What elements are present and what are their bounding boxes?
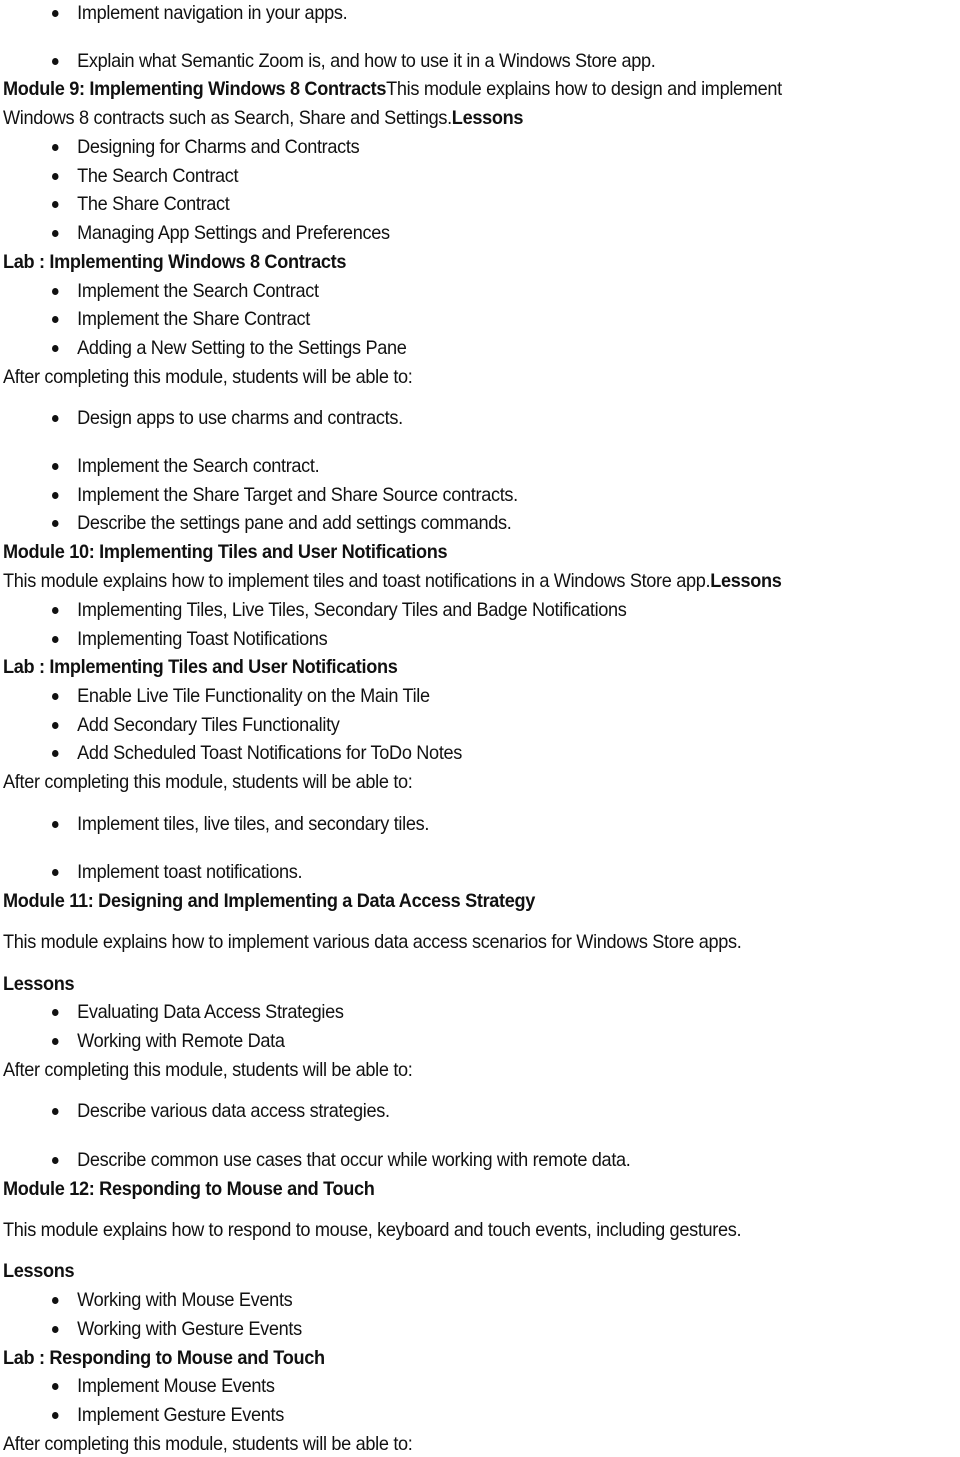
bullet-icon bbox=[52, 316, 59, 323]
bullet-icon bbox=[52, 230, 59, 237]
bullet-icon bbox=[52, 10, 59, 17]
outcomes-intro: After completing this module, students w… bbox=[3, 366, 413, 388]
outcomes-intro: After completing this module, students w… bbox=[3, 1059, 413, 1081]
lab-heading: Lab : Responding to Mouse and Touch bbox=[3, 1347, 325, 1369]
lab-item-text: Implement Mouse Events bbox=[77, 1375, 275, 1397]
outcome-text: Describe common use cases that occur whi… bbox=[77, 1149, 631, 1171]
lessons-label: Lessons bbox=[710, 570, 782, 592]
bullet-icon bbox=[52, 869, 59, 876]
outcome-text: Describe various data access strategies. bbox=[77, 1100, 390, 1122]
bullet-icon bbox=[52, 722, 59, 729]
bullet-icon bbox=[52, 607, 59, 614]
bullet-icon bbox=[52, 201, 59, 208]
bullet-icon bbox=[52, 345, 59, 352]
lessons-label: Lessons bbox=[3, 1260, 75, 1282]
bullet-icon bbox=[52, 463, 59, 470]
lessons-label: Lessons bbox=[3, 973, 75, 995]
lesson-text: Designing for Charms and Contracts bbox=[77, 136, 360, 158]
lesson-text: The Search Contract bbox=[77, 165, 239, 187]
module-9-intro-line: Windows 8 contracts such as Search, Shar… bbox=[3, 105, 523, 131]
lab-item-text: Implement Gesture Events bbox=[77, 1404, 284, 1426]
bullet-icon bbox=[52, 1412, 59, 1419]
lesson-text: The Share Contract bbox=[77, 193, 230, 215]
lesson-text: Evaluating Data Access Strategies bbox=[77, 1001, 344, 1023]
module-10-heading: Module 10: Implementing Tiles and User N… bbox=[3, 541, 448, 563]
lesson-text: Working with Gesture Events bbox=[77, 1318, 302, 1340]
bullet-icon bbox=[52, 1108, 59, 1115]
lab-item-text: Implement the Search Contract bbox=[77, 280, 319, 302]
bullet-icon bbox=[52, 1009, 59, 1016]
bullet-icon bbox=[52, 58, 59, 65]
outcome-text: Implement the Share Target and Share Sou… bbox=[77, 484, 518, 506]
lesson-text: Working with Mouse Events bbox=[77, 1289, 293, 1311]
list-item-text: Explain what Semantic Zoom is, and how t… bbox=[77, 50, 656, 72]
bullet-icon bbox=[52, 288, 59, 295]
bullet-icon bbox=[52, 1157, 59, 1164]
bullet-icon bbox=[52, 1326, 59, 1333]
outcome-text: Implement tiles, live tiles, and seconda… bbox=[77, 813, 430, 835]
bullet-icon bbox=[52, 492, 59, 499]
bullet-icon bbox=[52, 750, 59, 757]
lab-item-text: Enable Live Tile Functionality on the Ma… bbox=[77, 685, 430, 707]
module-9-heading: Module 9: Implementing Windows 8 Contrac… bbox=[3, 78, 387, 100]
module-11-intro: This module explains how to implement va… bbox=[3, 931, 742, 953]
list-item-text: Implement navigation in your apps. bbox=[77, 2, 348, 24]
lesson-text: Implementing Toast Notifications bbox=[77, 628, 328, 650]
lab-item-text: Add Secondary Tiles Functionality bbox=[77, 714, 340, 736]
module-9-heading-line: Module 9: Implementing Windows 8 Contrac… bbox=[3, 76, 782, 102]
module-9-intro-continued: Windows 8 contracts such as Search, Shar… bbox=[3, 107, 452, 129]
bullet-icon bbox=[52, 1038, 59, 1045]
lessons-label: Lessons bbox=[451, 107, 524, 129]
lesson-text: Managing App Settings and Preferences bbox=[77, 222, 390, 244]
lab-item-text: Add Scheduled Toast Notifications for To… bbox=[77, 742, 463, 764]
bullet-icon bbox=[52, 520, 59, 527]
lesson-text: Working with Remote Data bbox=[77, 1030, 285, 1052]
module-11-heading: Module 11: Designing and Implementing a … bbox=[3, 890, 536, 912]
lab-heading: Lab : Implementing Windows 8 Contracts bbox=[3, 251, 347, 273]
outcome-text: Implement toast notifications. bbox=[77, 861, 303, 883]
bullet-icon bbox=[52, 636, 59, 643]
outcome-text: Describe the settings pane and add setti… bbox=[77, 512, 512, 534]
outcomes-intro: After completing this module, students w… bbox=[3, 771, 413, 793]
outcome-text: Design apps to use charms and contracts. bbox=[77, 407, 403, 429]
outcome-text: Implement the Search contract. bbox=[77, 455, 320, 477]
module-12-heading: Module 12: Responding to Mouse and Touch bbox=[3, 1178, 375, 1200]
outcomes-intro: After completing this module, students w… bbox=[3, 1433, 413, 1455]
module-12-intro: This module explains how to respond to m… bbox=[3, 1219, 742, 1241]
lab-heading: Lab : Implementing Tiles and User Notifi… bbox=[3, 656, 398, 678]
module-9-intro: This module explains how to design and i… bbox=[386, 78, 782, 100]
bullet-icon bbox=[52, 693, 59, 700]
module-10-intro: This module explains how to implement ti… bbox=[3, 570, 711, 592]
lab-item-text: Adding a New Setting to the Settings Pan… bbox=[77, 337, 407, 359]
module-10-intro-line: This module explains how to implement ti… bbox=[3, 568, 782, 594]
document-page: Implement navigation in your apps. Expla… bbox=[0, 0, 960, 1456]
bullet-icon bbox=[52, 144, 59, 151]
lab-item-text: Implement the Share Contract bbox=[77, 308, 310, 330]
lesson-text: Implementing Tiles, Live Tiles, Secondar… bbox=[77, 599, 627, 621]
bullet-icon bbox=[52, 415, 59, 422]
bullet-icon bbox=[52, 1383, 59, 1390]
bullet-icon bbox=[52, 821, 59, 828]
bullet-icon bbox=[52, 173, 59, 180]
bullet-icon bbox=[52, 1297, 59, 1304]
